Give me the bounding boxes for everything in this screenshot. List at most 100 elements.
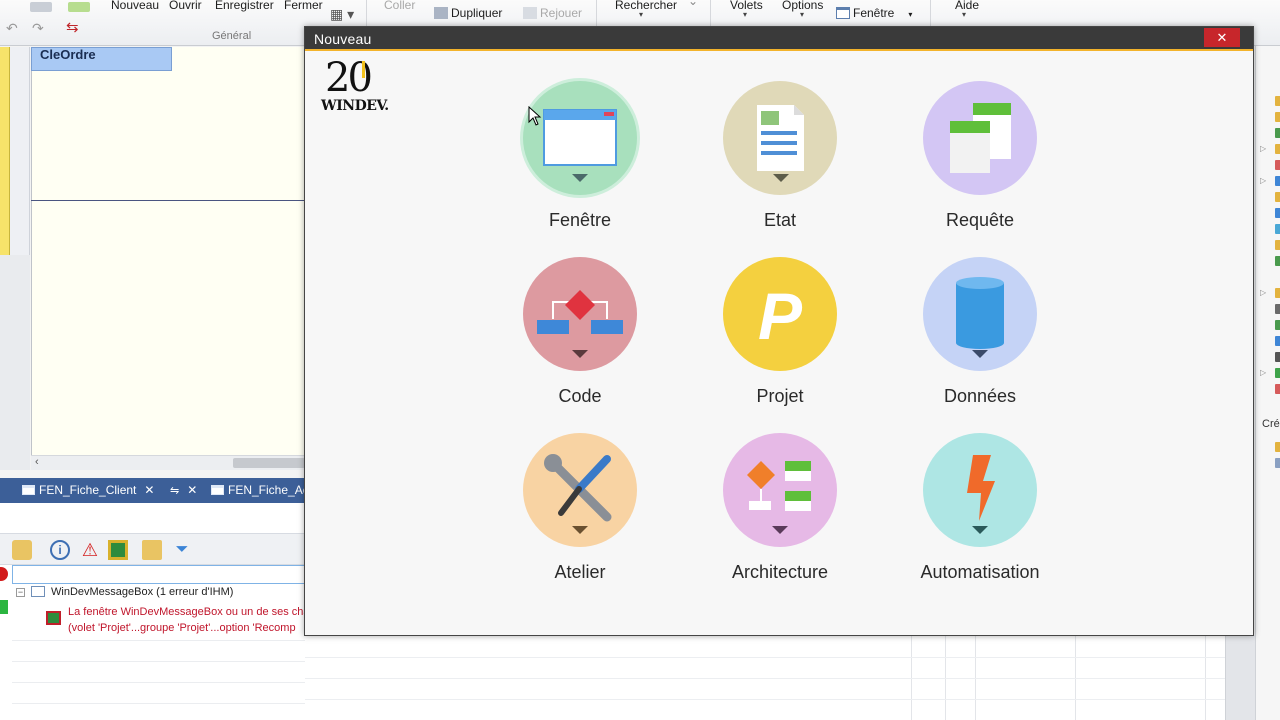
report-icon (723, 81, 837, 195)
options-dropdown-icon[interactable]: ▾ (800, 10, 804, 19)
item-icon[interactable] (1275, 128, 1280, 138)
chevron-down-icon[interactable]: ⌄ (688, 0, 698, 8)
tab-fen-fiche-ac[interactable]: FEN_Fiche_Ac (205, 480, 315, 501)
horizontal-scrollbar[interactable]: ‹ (31, 455, 305, 470)
field-cleordre[interactable]: CleOrdre (31, 47, 172, 71)
tile-atelier[interactable]: Atelier (505, 433, 655, 593)
code-error-icon[interactable] (142, 540, 162, 560)
compare-icon[interactable]: ⇆ (66, 18, 79, 36)
funnel-icon[interactable]: ⏷ (172, 540, 192, 560)
undo-icon[interactable]: ↶ (6, 20, 18, 37)
expand-icon[interactable]: ▷ (1260, 288, 1266, 297)
window-editor-canvas[interactable] (31, 47, 305, 455)
print-icon[interactable]: ▦ ▾ (330, 6, 354, 23)
tab-fen-fiche-client[interactable]: FEN_Fiche_Client ✕ (16, 480, 160, 501)
help-dropdown-icon[interactable]: ▾ (962, 10, 966, 19)
logo-accent (362, 61, 365, 78)
editor-gutter (0, 255, 30, 470)
ihm-error-icon[interactable] (108, 540, 128, 560)
expand-icon[interactable]: ▷ (1260, 176, 1266, 185)
tile-architecture[interactable]: Architecture (705, 433, 855, 593)
item-icon[interactable] (1275, 256, 1280, 266)
scroll-thumb[interactable] (233, 458, 305, 468)
item-icon[interactable] (1275, 336, 1280, 346)
item-icon[interactable] (1275, 176, 1280, 186)
item-icon[interactable] (1275, 288, 1280, 298)
vertical-scrollbar[interactable] (1225, 635, 1255, 720)
replay-label: Rejouer (540, 6, 583, 20)
mouse-cursor-icon (528, 105, 542, 126)
error-message-line[interactable]: (volet 'Projet'...groupe 'Projet'...opti… (68, 622, 296, 634)
database-icon (923, 257, 1037, 371)
tile-automatisation[interactable]: Automatisation (905, 433, 1055, 593)
item-icon[interactable] (1275, 352, 1280, 362)
scroll-left-arrow-icon[interactable]: ‹ (35, 456, 39, 468)
tile-fenetre[interactable]: Fenêtre (505, 81, 655, 241)
item-icon[interactable] (1275, 112, 1280, 122)
search-dropdown-icon[interactable]: ▾ (639, 10, 643, 19)
close-tab-icon[interactable]: ✕ (187, 483, 197, 497)
item-icon[interactable] (1275, 208, 1280, 218)
error-message-line[interactable]: La fenêtre WinDevMessageBox ou un de ses… (68, 606, 310, 618)
window-small-icon (836, 7, 850, 19)
panes-dropdown-icon[interactable]: ▾ (743, 10, 747, 19)
group-general-label: Général (212, 30, 252, 42)
tab-label: FEN_Fiche_Ac (228, 483, 309, 497)
new-element-dialog: Nouveau ✕ 20 WINDEV. Fenêtre Etat Requêt… (304, 26, 1254, 636)
item-icon[interactable] (1275, 320, 1280, 330)
tab-link[interactable]: ⇋ ✕ (164, 480, 203, 501)
close-icon[interactable]: ✕ (1204, 28, 1240, 47)
search-button[interactable]: Rechercher (615, 0, 677, 12)
compilation-errors-pane: i ⚠ ⏷ − WinDevMessageBox (1 erreur d'IHM)… (0, 503, 310, 720)
go-icon[interactable] (68, 2, 90, 12)
replay-button[interactable]: Rejouer (523, 6, 582, 20)
help-button[interactable]: Aide (955, 0, 979, 12)
tile-label: Atelier (554, 562, 606, 582)
expand-icon[interactable]: ▷ (1260, 368, 1266, 377)
errors-filter-input[interactable] (12, 565, 305, 584)
architecture-icon (723, 433, 837, 547)
window-dropdown-icon: ▾ (908, 10, 913, 19)
close-tab-icon[interactable]: ✕ (144, 483, 154, 497)
item-icon[interactable] (1275, 240, 1280, 250)
item-icon[interactable] (1275, 442, 1280, 452)
save-all-icon[interactable] (30, 2, 52, 12)
collapse-icon[interactable]: − (16, 588, 25, 597)
filter-pane-icon[interactable] (12, 540, 32, 560)
tile-projet[interactable]: P Projet (705, 257, 855, 417)
tab-label: FEN_Fiche_Client (39, 483, 137, 497)
open-button[interactable]: Ouvrir (169, 0, 202, 12)
item-icon[interactable] (1275, 368, 1280, 378)
tile-donnees[interactable]: Données (905, 257, 1055, 417)
duplicate-button[interactable]: Dupliquer (434, 6, 502, 20)
item-icon[interactable] (1275, 192, 1280, 202)
item-icon[interactable] (1275, 458, 1280, 468)
new-button[interactable]: Nouveau (111, 0, 159, 12)
ihm-error-row-icon (46, 611, 61, 625)
tile-label: Requête (945, 210, 1015, 230)
item-icon[interactable] (1275, 224, 1280, 234)
error-group-row[interactable]: − WinDevMessageBox (1 erreur d'IHM) (16, 586, 233, 598)
save-button[interactable]: Enregistrer (215, 0, 274, 12)
redo-icon[interactable]: ↷ (32, 20, 44, 37)
tools-icon (523, 433, 637, 547)
item-icon[interactable] (1275, 304, 1280, 314)
expand-icon[interactable]: ▷ (1260, 144, 1266, 153)
paste-button[interactable]: Coller (384, 0, 415, 12)
tile-code[interactable]: Code (505, 257, 655, 417)
svg-text:P: P (758, 279, 803, 353)
item-icon[interactable] (1275, 384, 1280, 394)
dialog-titlebar[interactable]: Nouveau ✕ (305, 27, 1253, 51)
item-icon[interactable] (1275, 96, 1280, 106)
window-menu-button[interactable]: Fenêtre ▾ (836, 6, 912, 20)
item-icon[interactable] (1275, 160, 1280, 170)
separator-line (31, 200, 305, 201)
link-icon: ⇋ (170, 485, 180, 497)
warning-icon[interactable]: ⚠ (80, 540, 100, 560)
tile-requete[interactable]: Requête (905, 81, 1055, 241)
tile-etat[interactable]: Etat (705, 81, 855, 241)
info-icon[interactable]: i (50, 540, 70, 560)
close-button[interactable]: Fermer (284, 0, 323, 12)
item-icon[interactable] (1275, 144, 1280, 154)
vertical-ruler (0, 47, 10, 255)
